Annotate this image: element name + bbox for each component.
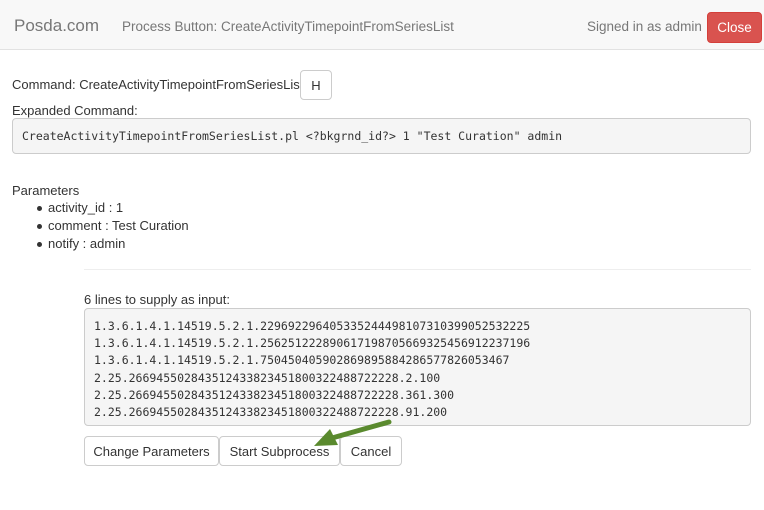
expanded-command-box: CreateActivityTimepointFromSeriesList.pl… — [12, 118, 751, 154]
close-button[interactable]: Close — [707, 12, 762, 43]
brand-logo[interactable]: Posda.com — [14, 16, 99, 36]
input-line: 2.25.26694550284351243382345180032248872… — [94, 387, 455, 402]
parameter-item: notify : admin — [12, 235, 189, 253]
parameter-text: notify : admin — [48, 236, 126, 251]
page-title: Process Button: CreateActivityTimepointF… — [122, 19, 454, 34]
bullet-icon — [37, 242, 42, 247]
navbar: Posda.com Process Button: CreateActivity… — [0, 0, 764, 50]
parameters-heading: Parameters — [12, 183, 80, 198]
input-lines-box: 1.3.6.1.4.1.14519.5.2.1.2296922964053352… — [84, 308, 751, 426]
arrow-annotation-icon — [314, 419, 392, 446]
input-lines-label: 6 lines to supply as input: — [84, 292, 230, 307]
bullet-icon — [37, 224, 42, 229]
parameters-list: activity_id : 1 comment : Test Curation … — [12, 199, 189, 253]
parameter-item: comment : Test Curation — [12, 217, 189, 235]
parameter-text: activity_id : 1 — [48, 200, 124, 215]
input-line: 1.3.6.1.4.1.14519.5.2.1.2562512228906171… — [94, 336, 531, 351]
divider — [84, 269, 751, 270]
help-button[interactable]: H — [300, 70, 332, 100]
input-line: 1.3.6.1.4.1.14519.5.2.1.7504504059028698… — [94, 353, 510, 368]
bullet-icon — [37, 206, 42, 211]
expanded-command-label: Expanded Command: — [12, 103, 138, 118]
command-label: Command: CreateActivityTimepointFromSeri… — [12, 77, 304, 92]
input-line: 1.3.6.1.4.1.14519.5.2.1.2296922964053352… — [94, 319, 531, 333]
signed-in-status: Signed in as admin — [587, 19, 702, 34]
input-line: 2.25.26694550284351243382345180032248872… — [94, 404, 448, 419]
input-line: 2.25.26694550284351243382345180032248872… — [94, 370, 441, 385]
parameter-text: comment : Test Curation — [48, 218, 189, 233]
parameter-item: activity_id : 1 — [12, 199, 189, 217]
change-parameters-button[interactable]: Change Parameters — [84, 436, 219, 466]
